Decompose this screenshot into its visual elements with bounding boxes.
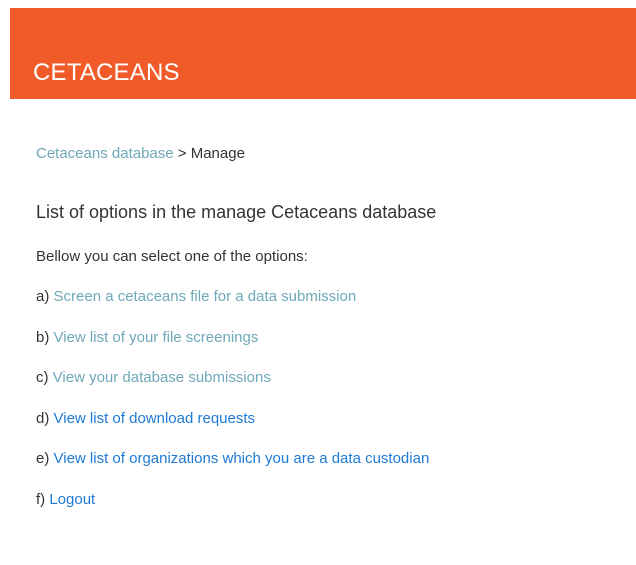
breadcrumb-separator: > bbox=[173, 145, 191, 162]
option-prefix: d) bbox=[36, 409, 54, 427]
site-title: CETACEANS bbox=[33, 59, 180, 86]
breadcrumb-current: Manage bbox=[190, 145, 245, 162]
option-item-organizations: e) View list of organizations which you … bbox=[36, 449, 429, 469]
organizations-link[interactable]: View list of organizations which you are… bbox=[54, 450, 430, 467]
options-list: a) Screen a cetaceans file for a data su… bbox=[36, 287, 429, 530]
option-prefix: b) bbox=[36, 328, 54, 346]
option-item-screen-file: a) Screen a cetaceans file for a data su… bbox=[36, 287, 429, 307]
screen-file-link[interactable]: Screen a cetaceans file for a data submi… bbox=[54, 288, 357, 305]
site-header: CETACEANS bbox=[10, 8, 636, 99]
option-item-file-screenings: b) View list of your file screenings bbox=[36, 328, 429, 348]
option-prefix: f) bbox=[36, 490, 50, 508]
option-prefix: e) bbox=[36, 450, 54, 467]
breadcrumb-link-cetaceans-database[interactable]: Cetaceans database bbox=[36, 145, 174, 162]
database-submissions-link[interactable]: View your database submissions bbox=[53, 369, 271, 386]
file-screenings-link[interactable]: View list of your file screenings bbox=[54, 329, 259, 346]
option-prefix: a) bbox=[36, 288, 54, 305]
option-item-logout: f) Logout bbox=[36, 490, 429, 510]
option-prefix: c) bbox=[36, 369, 53, 386]
download-requests-link[interactable]: View list of download requests bbox=[54, 410, 256, 427]
breadcrumb: Cetaceans database > Manage bbox=[36, 144, 245, 164]
option-item-download-requests: d) View list of download requests bbox=[36, 409, 429, 429]
page-title: List of options in the manage Cetaceans … bbox=[36, 202, 437, 222]
option-item-database-submissions: c) View your database submissions bbox=[36, 368, 429, 388]
logout-link[interactable]: Logout bbox=[49, 491, 95, 508]
intro-text: Bellow you can select one of the options… bbox=[36, 248, 308, 265]
